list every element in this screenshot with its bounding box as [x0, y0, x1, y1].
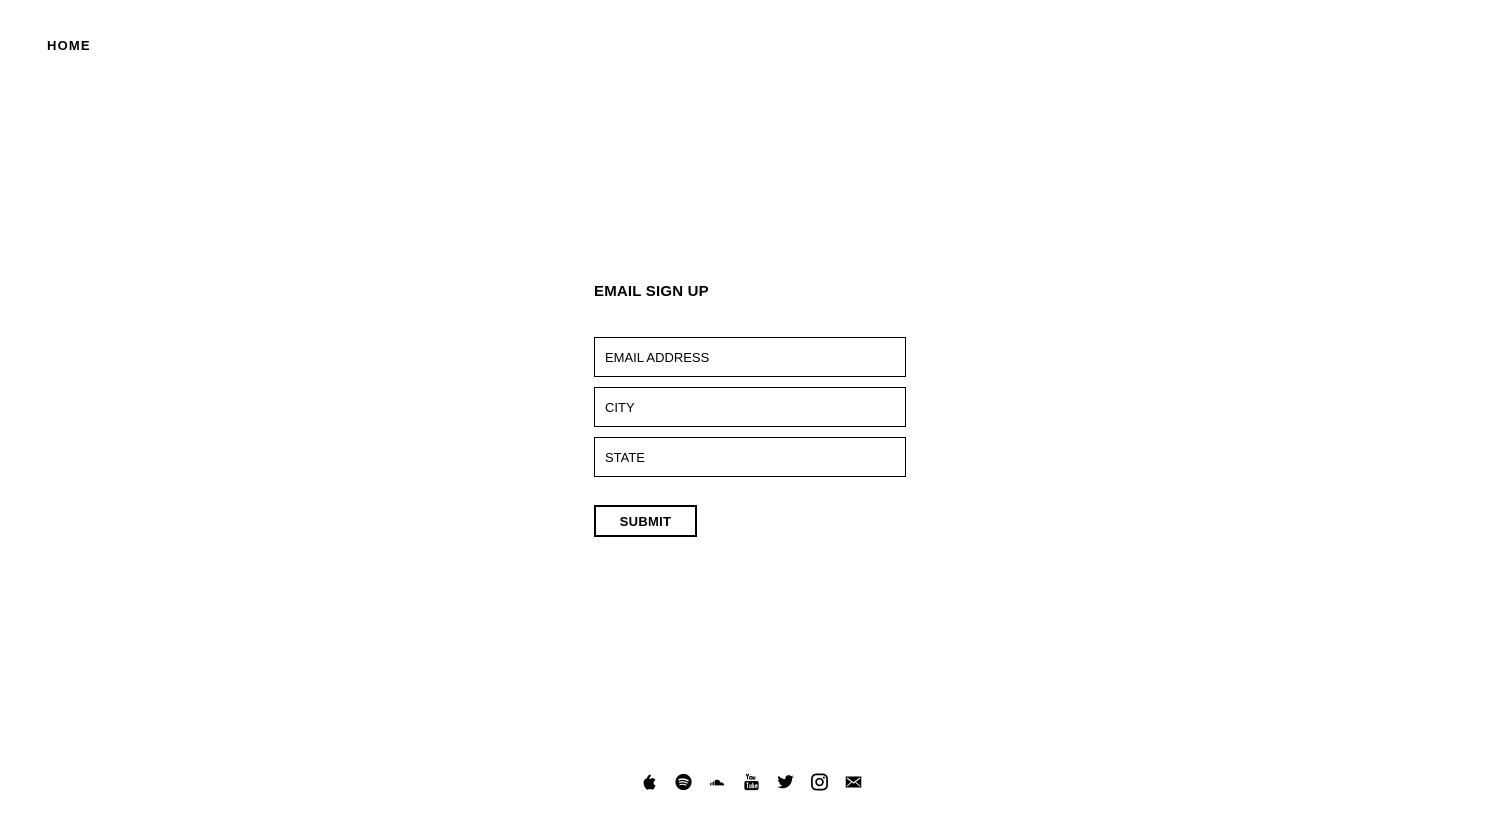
spotify-link[interactable] — [674, 772, 693, 792]
apple-icon — [643, 774, 656, 790]
youtube-icon — [744, 773, 759, 791]
signup-title: EMAIL SIGN UP — [594, 283, 709, 300]
page: HOME EMAIL SIGN UP SUBMIT — [0, 0, 1500, 821]
instagram-link[interactable] — [810, 772, 829, 792]
twitter-link[interactable] — [776, 772, 795, 792]
email-signup-form: EMAIL SIGN UP SUBMIT — [594, 283, 906, 537]
twitter-icon — [777, 775, 794, 789]
instagram-icon — [811, 773, 828, 791]
nav-home-link[interactable]: HOME — [47, 38, 91, 53]
email-link[interactable] — [844, 772, 863, 792]
soundcloud-icon — [710, 779, 725, 786]
state-input[interactable] — [594, 437, 906, 477]
email-icon — [845, 776, 862, 788]
email-address-input[interactable] — [594, 337, 906, 377]
social-links — [640, 772, 863, 792]
city-input[interactable] — [594, 387, 906, 427]
apple-music-link[interactable] — [640, 772, 659, 792]
submit-button[interactable]: SUBMIT — [594, 505, 697, 537]
spotify-icon — [675, 773, 692, 791]
youtube-link[interactable] — [742, 772, 761, 792]
soundcloud-link[interactable] — [708, 772, 727, 792]
